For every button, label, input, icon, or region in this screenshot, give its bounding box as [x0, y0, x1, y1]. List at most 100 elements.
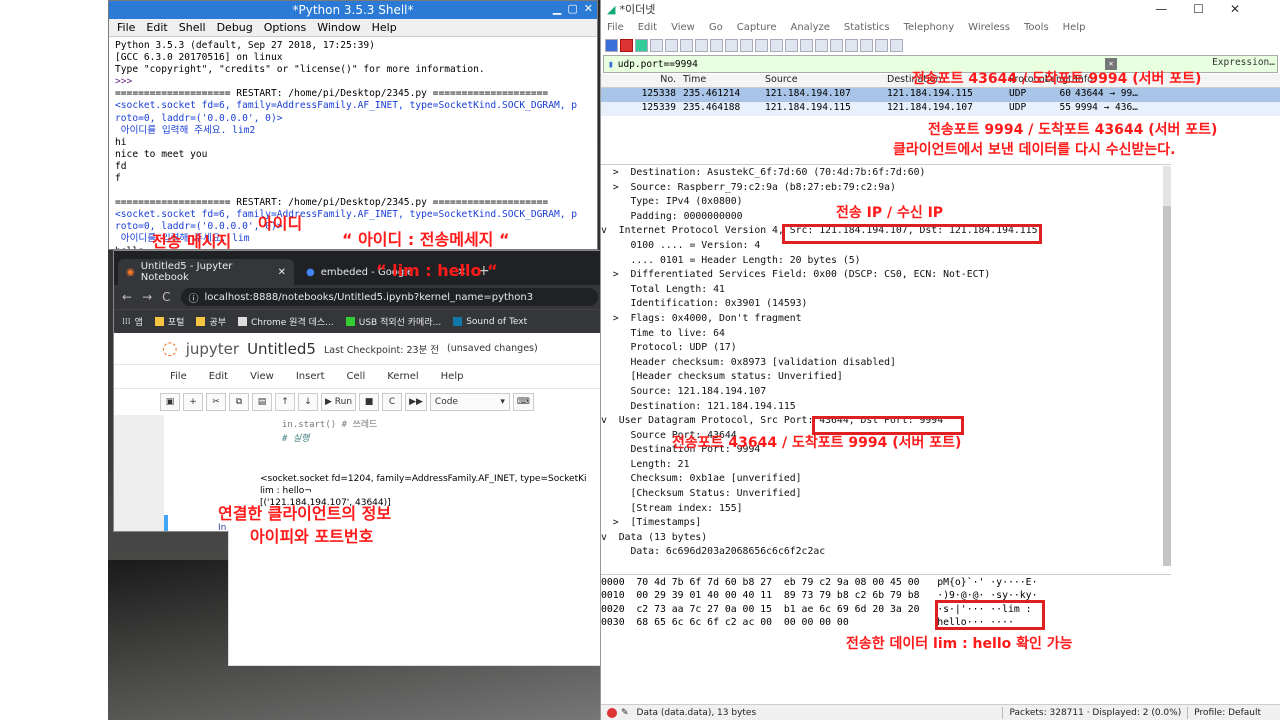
jupyter-menu-item[interactable]: Insert	[296, 371, 325, 382]
capture-options-icon[interactable]	[650, 38, 663, 52]
wireshark-menu-item[interactable]: Edit	[638, 22, 657, 33]
restart-capture-icon[interactable]	[635, 38, 648, 52]
hex-row[interactable]: 0010 00 29 39 01 40 00 40 11 89 73 79 b8…	[601, 589, 1166, 602]
find-packet-icon[interactable]	[725, 38, 738, 52]
stop-capture-icon[interactable]	[620, 38, 633, 52]
python-shell-window[interactable]: *Python 3.5.3 Shell* ▁ ▢ ✕ File Edit Shell…	[108, 0, 598, 250]
wireshark-menu-item[interactable]: Help	[1063, 22, 1086, 33]
col-source[interactable]: Source	[761, 74, 883, 87]
back-icon[interactable]: ←	[122, 290, 132, 304]
wireshark-menu-item[interactable]: Go	[709, 22, 723, 33]
jupyter-menu-item[interactable]: File	[170, 371, 187, 382]
shell-menu-item[interactable]: Debug	[217, 21, 253, 34]
first-packet-icon[interactable]	[785, 38, 798, 52]
packet-bytes-pane[interactable]: 0000 70 4d 7b 6f 7d 60 b8 27 eb 79 c2 9a…	[601, 576, 1166, 630]
shell-titlebar[interactable]: *Python 3.5.3 Shell* ▁ ▢ ✕	[109, 1, 597, 19]
stop-icon[interactable]: ■	[359, 393, 380, 411]
save-icon[interactable]: ▣	[160, 393, 180, 411]
maximize-icon[interactable]: ▢	[567, 2, 577, 15]
shell-menu-item[interactable]: Shell	[179, 21, 206, 34]
bookmark-usb[interactable]: USB 적외선 카메라...	[345, 315, 441, 328]
shell-menu-item[interactable]: File	[117, 21, 135, 34]
detail-row[interactable]: [Header checksum status: Unverified]	[601, 370, 1161, 385]
notebook-name[interactable]: Untitled5	[247, 340, 316, 358]
detail-row[interactable]: Source: 121.184.194.107	[601, 385, 1161, 400]
wireshark-menu-item[interactable]: Statistics	[844, 22, 890, 33]
detail-row[interactable]: [Stream index: 155]	[601, 502, 1161, 517]
detail-row[interactable]: Data: 6c696d203a2068656c6c6f2c2ac	[601, 545, 1161, 560]
detail-row[interactable]: .... 0101 = Header Length: 20 bytes (5)	[601, 254, 1161, 269]
detail-row[interactable]: Checksum: 0xb1ae [unverified]	[601, 472, 1161, 487]
go-to-packet-icon[interactable]	[770, 38, 783, 52]
go-forward-icon[interactable]	[755, 38, 768, 52]
details-scrollbar[interactable]	[1163, 166, 1171, 566]
col-no[interactable]: No.	[601, 74, 679, 87]
tab-close-icon[interactable]: ✕	[278, 267, 286, 278]
code-line[interactable]: # 실행	[282, 431, 309, 444]
start-capture-icon[interactable]	[605, 38, 618, 52]
expert-info-icon[interactable]	[607, 707, 617, 718]
wireshark-menu-item[interactable]: Telephony	[904, 22, 955, 33]
detail-row[interactable]: Identification: 0x3901 (14593)	[601, 297, 1161, 312]
wireshark-menu-item[interactable]: View	[671, 22, 695, 33]
colorize-icon[interactable]	[830, 38, 843, 52]
detail-row[interactable]: Time to live: 64	[601, 327, 1161, 342]
add-cell-icon[interactable]: +	[183, 393, 203, 411]
move-up-icon[interactable]: ↑	[275, 393, 295, 411]
move-down-icon[interactable]: ↓	[298, 393, 318, 411]
detail-row[interactable]: > [Timestamps]	[601, 516, 1161, 531]
zoom-reset-icon[interactable]	[875, 38, 888, 52]
wireshark-menu-item[interactable]: Capture	[737, 22, 777, 33]
detail-row[interactable]: Total Length: 41	[601, 283, 1161, 298]
hex-row[interactable]: 0020 c2 73 aa 7c 27 0a 00 15 b1 ae 6c 69…	[601, 603, 1166, 616]
jupyter-menu-item[interactable]: Help	[441, 371, 464, 382]
detail-row[interactable]: Header checksum: 0x8973 [validation disa…	[601, 356, 1161, 371]
shell-menu-item[interactable]: Window	[317, 21, 360, 34]
pane-divider[interactable]	[601, 574, 1171, 575]
bookmark-portal[interactable]: 포털	[154, 315, 184, 328]
jupyter-menu-item[interactable]: View	[250, 371, 274, 382]
close-icon[interactable]: ✕	[1230, 2, 1240, 16]
shell-menu-item[interactable]: Edit	[146, 21, 167, 34]
close-icon[interactable]: ✕	[584, 2, 593, 15]
keyboard-icon[interactable]: ⌨	[512, 393, 534, 411]
wireshark-menu-item[interactable]: Analyze	[790, 22, 829, 33]
wireshark-menu-item[interactable]: Wireless	[968, 22, 1010, 33]
zoom-in-icon[interactable]	[845, 38, 858, 52]
scrollbar-thumb[interactable]	[1163, 206, 1171, 566]
cell-type-select[interactable]: Code ▾	[429, 393, 510, 411]
detail-row[interactable]: > Differentiated Services Field: 0x00 (D…	[601, 268, 1161, 283]
go-back-icon[interactable]	[740, 38, 753, 52]
open-file-icon[interactable]	[665, 38, 678, 52]
detail-row[interactable]: [Checksum Status: Unverified]	[601, 487, 1161, 502]
edit-comment-icon[interactable]: ✎	[621, 708, 629, 718]
wireshark-titlebar[interactable]: ◢ *이더넷 — ☐ ✕	[601, 0, 1280, 18]
packet-row[interactable]: 125339 235.464188 121.184.194.115 121.18…	[601, 102, 1280, 116]
maximize-icon[interactable]: ☐	[1193, 2, 1204, 16]
save-file-icon[interactable]	[680, 38, 693, 52]
shell-menu-item[interactable]: Help	[372, 21, 397, 34]
run-button[interactable]: ▶ Run	[321, 393, 357, 411]
expression-button[interactable]: Expression…	[1212, 57, 1275, 68]
bookmark-apps[interactable]: ⁞⁞⁞ 앱	[122, 315, 143, 329]
jupyter-menu-item[interactable]: Kernel	[387, 371, 418, 382]
pane-divider[interactable]	[601, 164, 1171, 165]
minimize-icon[interactable]: —	[1155, 2, 1167, 16]
col-time[interactable]: Time	[679, 74, 761, 87]
chrome-window[interactable]: ◉ Untitled5 - Jupyter Notebook ✕ ● embed…	[113, 250, 609, 532]
jupyter-menu-item[interactable]: Edit	[209, 371, 228, 382]
restart-run-icon[interactable]: ▶▶	[405, 393, 427, 411]
detail-row[interactable]: > Source: Raspberr_79:c2:9a (b8:27:eb:79…	[601, 181, 1161, 196]
bookmark-study[interactable]: 공부	[196, 315, 226, 328]
code-line[interactable]: in.start() # 쓰레드	[282, 417, 377, 430]
autoscroll-icon[interactable]	[815, 38, 828, 52]
paste-icon[interactable]: ▤	[252, 393, 272, 411]
detail-row[interactable]: Protocol: UDP (17)	[601, 341, 1161, 356]
shell-menu-item[interactable]: Options	[264, 21, 306, 34]
detail-row[interactable]: Length: 21	[601, 458, 1161, 473]
wireshark-menu-item[interactable]: Tools	[1024, 22, 1049, 33]
jupyter-menu-item[interactable]: Cell	[347, 371, 366, 382]
resize-columns-icon[interactable]	[890, 38, 903, 52]
zoom-out-icon[interactable]	[860, 38, 873, 52]
restart-icon[interactable]: C	[382, 393, 403, 411]
